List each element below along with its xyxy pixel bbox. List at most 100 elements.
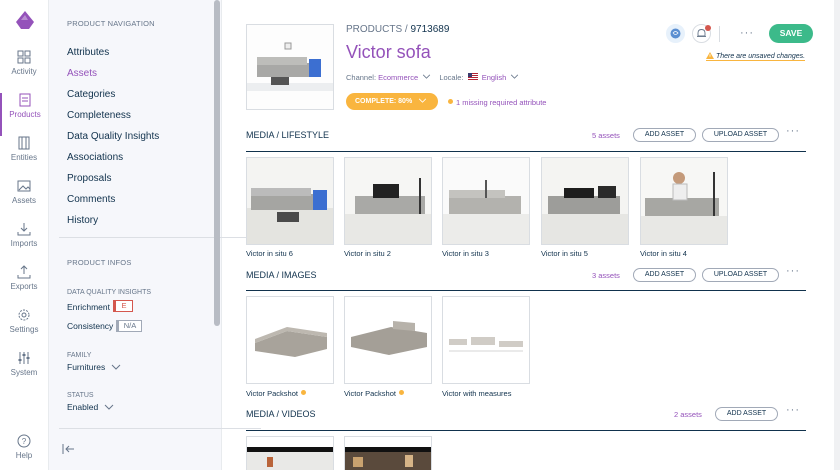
add-asset-button[interactable]: ADD ASSET [633, 128, 696, 142]
nav-link-assets[interactable]: Assets [67, 68, 97, 79]
section-divider [246, 290, 806, 291]
warning-dot-icon [398, 390, 404, 395]
channel-locale-switcher: Channel: Ecommerce Locale: English [346, 73, 519, 82]
section-asset-count: 3 assets [592, 271, 620, 280]
chevron-down-icon [423, 74, 431, 79]
section-more-button[interactable]: ··· [786, 265, 800, 277]
nav-link-comments[interactable]: Comments [67, 194, 115, 205]
asset-label: Victor Packshot [246, 389, 306, 398]
asset-thumbnail[interactable] [344, 157, 432, 245]
section-title-videos: MEDIA / VIDEOS [246, 409, 316, 419]
nav-link-data-quality-insights[interactable]: Data Quality Insights [67, 131, 159, 142]
locale-dropdown[interactable]: English [482, 73, 507, 82]
asset-thumbnail[interactable] [442, 296, 530, 384]
rail-activity[interactable]: Activity [0, 50, 48, 93]
asset-label: Victor in situ 2 [344, 249, 391, 258]
asset-thumbnail[interactable] [246, 157, 334, 245]
section-asset-count: 5 assets [592, 131, 620, 140]
nav-scrollbar[interactable] [214, 0, 220, 326]
missing-attribute-text: 1 missing required attribute [456, 98, 547, 107]
rail-settings[interactable]: Settings [0, 308, 48, 351]
asset-thumbnail[interactable] [344, 436, 432, 470]
family-dropdown[interactable]: Furnitures [67, 362, 121, 372]
warning-dot-icon [300, 390, 306, 395]
status-heading: Status [67, 392, 94, 399]
measures-image [443, 297, 529, 383]
upload-asset-button[interactable]: UPLOAD ASSET [702, 128, 779, 142]
settings-icon [18, 309, 30, 321]
nav-link-categories[interactable]: Categories [67, 89, 115, 100]
rail-products[interactable]: Products [0, 93, 48, 136]
nav-link-completeness[interactable]: Completeness [67, 110, 131, 121]
assets-icon [17, 180, 31, 192]
breadcrumb-products-link[interactable]: PRODUCTS [346, 24, 402, 35]
asset-thumbnail[interactable] [442, 157, 530, 245]
product-identifier: 9713689 [410, 24, 450, 35]
family-value: Furnitures [67, 362, 106, 372]
channel-dropdown[interactable]: Ecommerce [378, 73, 418, 82]
add-asset-button[interactable]: ADD ASSET [633, 268, 696, 282]
upload-asset-button[interactable]: UPLOAD ASSET [702, 268, 779, 282]
add-asset-button[interactable]: ADD ASSET [715, 407, 778, 421]
user-avatar-button[interactable] [666, 24, 685, 43]
nav-link-associations[interactable]: Associations [67, 152, 123, 163]
akeneo-logo-icon[interactable] [13, 8, 37, 32]
nav-link-attributes[interactable]: Attributes [67, 47, 109, 58]
unsaved-changes-text: There are unsaved changes. [715, 53, 806, 60]
chevron-down-icon [111, 364, 120, 370]
consistency-label: Consistency [67, 321, 114, 331]
asset-label: Victor in situ 5 [541, 249, 588, 258]
asset-thumbnail[interactable] [541, 157, 629, 245]
rail-system[interactable]: System [0, 351, 48, 394]
section-divider [246, 151, 806, 152]
asset-label: Victor with measures [442, 389, 512, 398]
breadcrumb-separator: / [404, 24, 408, 35]
asset-thumbnail[interactable] [246, 296, 334, 384]
rail-entities[interactable]: Entities [0, 136, 48, 179]
missing-attribute-link[interactable]: 1 missing required attribute [448, 98, 546, 107]
asset-thumbnail[interactable] [246, 436, 334, 470]
status-dropdown[interactable]: Enabled [67, 402, 114, 412]
header-divider [719, 26, 720, 42]
product-infos-heading: Product infos [67, 258, 132, 267]
product-edit-form: PRODUCTS / 9713689 Victor sofa Channel: … [222, 0, 834, 470]
rail-label: System [10, 368, 38, 377]
svg-text:?: ? [22, 437, 27, 446]
asset-thumbnail[interactable] [344, 296, 432, 384]
section-more-button[interactable]: ··· [786, 404, 800, 416]
rail-exports[interactable]: Exports [0, 265, 48, 308]
dqi-heading: Data quality insights [67, 289, 152, 296]
asset-thumbnail[interactable] [640, 157, 728, 245]
nav-link-history[interactable]: History [67, 215, 98, 226]
enrichment-grade-badge[interactable]: E [113, 300, 133, 312]
rail-help[interactable]: ? Help [0, 434, 48, 470]
warning-dot-icon [448, 99, 453, 104]
notifications-button[interactable] [692, 24, 711, 43]
product-more-actions-button[interactable]: ··· [740, 27, 754, 39]
unsaved-changes-notice: There are unsaved changes. [706, 52, 806, 61]
status-value: Enabled [67, 402, 99, 412]
asset-label: Victor Packshot [344, 389, 404, 398]
asset-label: Victor in situ 3 [442, 249, 489, 258]
main-scrollbar[interactable] [834, 0, 840, 470]
collapse-panel-icon[interactable] [62, 443, 76, 455]
enrichment-label: Enrichment [67, 302, 110, 312]
notification-badge [705, 25, 711, 31]
rail-imports[interactable]: Imports [0, 222, 48, 265]
nav-link-proposals[interactable]: Proposals [67, 173, 111, 184]
video-thumbnail-image [345, 437, 431, 470]
main-menu: Activity Products Entities Assets Import… [0, 0, 49, 470]
lifestyle-photo-image [641, 158, 727, 244]
completeness-dropdown[interactable]: COMPLETE: 80% [346, 93, 438, 110]
consistency-grade-badge: N/A [116, 320, 142, 332]
family-heading: Family [67, 352, 92, 359]
product-main-image[interactable] [246, 24, 334, 110]
section-more-button[interactable]: ··· [786, 125, 800, 137]
help-icon: ? [17, 434, 31, 448]
save-button[interactable]: SAVE [769, 24, 813, 43]
rail-assets[interactable]: Assets [0, 179, 48, 222]
imports-icon [17, 223, 31, 236]
lifestyle-photo-image [443, 158, 529, 244]
completeness-label: COMPLETE: 80% [355, 98, 413, 105]
packshot-image [247, 297, 333, 383]
